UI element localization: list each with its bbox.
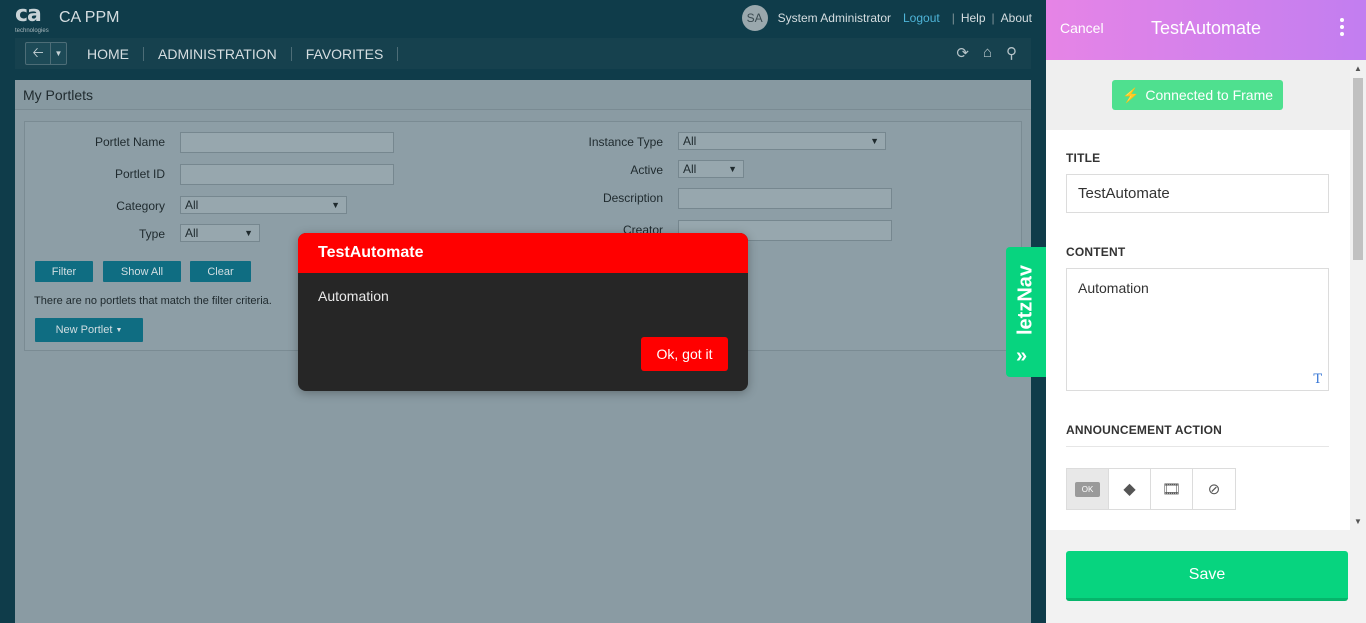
nav-favorites[interactable]: FAVORITES bbox=[292, 46, 399, 61]
help-link[interactable]: Help bbox=[961, 11, 986, 25]
announcement-form: TITLE TestAutomate CONTENT Automation T … bbox=[1046, 130, 1350, 530]
arrow-left-icon: 🡠 bbox=[32, 43, 44, 60]
double-chevron-right-icon: » bbox=[1016, 345, 1028, 367]
page-title: My Portlets bbox=[23, 87, 94, 103]
scroll-down-icon[interactable]: ▼ bbox=[1354, 517, 1362, 526]
action-video-option[interactable]: 🎞 bbox=[1151, 469, 1193, 509]
announcement-action-group: OK ◆ 🎞 ⊘ bbox=[1066, 468, 1236, 510]
app-title: CA PPM bbox=[59, 9, 120, 26]
content-editor[interactable]: Automation T bbox=[1066, 268, 1329, 391]
chevron-down-icon: ▼ bbox=[244, 228, 253, 238]
portlet-id-label: Portlet ID bbox=[114, 167, 165, 181]
chevron-down-icon: ▼ bbox=[728, 164, 737, 174]
instance-type-select[interactable]: All ▼ bbox=[678, 132, 886, 150]
description-label: Description bbox=[602, 191, 663, 205]
chevron-down-icon: ▼ bbox=[115, 326, 123, 334]
action-walkthrough-option[interactable]: ◆ bbox=[1109, 469, 1151, 509]
nav-menu: HOME ADMINISTRATION FAVORITES bbox=[73, 38, 399, 69]
filter-button[interactable]: Filter bbox=[35, 261, 93, 282]
video-icon: 🎞 bbox=[1161, 481, 1182, 498]
save-button[interactable]: Save bbox=[1066, 551, 1348, 601]
text-format-icon[interactable]: T bbox=[1313, 372, 1322, 387]
editor-panel: Cancel TestAutomate ⚡ Connected to Frame… bbox=[1046, 0, 1366, 623]
user-area: SA System Administrator Logout | Help | … bbox=[741, 5, 1032, 31]
action-link-option[interactable]: ⊘ bbox=[1193, 469, 1235, 509]
scrollbar-thumb[interactable] bbox=[1353, 78, 1363, 260]
portlet-id-input[interactable] bbox=[180, 164, 394, 185]
search-icon[interactable]: ⚲ bbox=[1006, 44, 1017, 62]
panel-header: Cancel TestAutomate bbox=[1046, 0, 1366, 60]
scroll-up-icon[interactable]: ▲ bbox=[1354, 64, 1362, 73]
type-select-value: All bbox=[185, 226, 199, 240]
ca-logo[interactable]: ca bbox=[15, 4, 42, 26]
link-icon: ⊘ bbox=[1207, 481, 1221, 498]
letznav-label: letzNav bbox=[1014, 264, 1037, 336]
popup-body: Automation bbox=[318, 288, 389, 304]
description-input[interactable] bbox=[678, 188, 892, 209]
ok-icon: OK bbox=[1075, 481, 1100, 497]
panel-scrollbar[interactable]: ▲ ▼ bbox=[1350, 60, 1366, 530]
new-portlet-label: New Portlet bbox=[55, 324, 113, 336]
divider bbox=[1066, 446, 1329, 447]
show-all-button[interactable]: Show All bbox=[103, 261, 181, 282]
walkthrough-icon: ◆ bbox=[1123, 481, 1136, 498]
chevron-down-icon: ▼ bbox=[870, 136, 879, 146]
nav-icons: ⟳ ⌂ ⚲ bbox=[956, 44, 1017, 62]
plug-icon: ⚡ bbox=[1121, 86, 1140, 103]
active-select[interactable]: All ▼ bbox=[678, 160, 744, 178]
ok-got-it-button[interactable]: Ok, got it bbox=[641, 337, 728, 371]
more-options-icon[interactable] bbox=[1340, 18, 1346, 36]
category-label: Category bbox=[116, 199, 165, 213]
connected-to-frame-button[interactable]: ⚡ Connected to Frame bbox=[1112, 80, 1283, 110]
announcement-action-label: ANNOUNCEMENT ACTION bbox=[1066, 423, 1223, 437]
connected-label: Connected to Frame bbox=[1145, 87, 1274, 103]
portlet-name-label: Portlet Name bbox=[94, 135, 165, 149]
category-select-value: All bbox=[185, 198, 199, 212]
content-label: CONTENT bbox=[1066, 245, 1126, 259]
active-label: Active bbox=[630, 163, 663, 177]
letznav-tab[interactable]: letzNav » bbox=[1006, 247, 1046, 377]
connection-area: ⚡ Connected to Frame bbox=[1046, 60, 1350, 130]
title-label: TITLE bbox=[1066, 151, 1101, 165]
action-ok-option[interactable]: OK bbox=[1067, 469, 1109, 509]
about-link[interactable]: About bbox=[1001, 11, 1032, 25]
category-select[interactable]: All ▼ bbox=[180, 196, 347, 214]
announcement-popup: TestAutomate Automation Ok, got it bbox=[298, 233, 748, 391]
popup-title: TestAutomate bbox=[298, 233, 748, 273]
main-nav-bar: 🡠 ▼ HOME ADMINISTRATION FAVORITES ⟳ ⌂ ⚲ bbox=[15, 38, 1031, 69]
chevron-down-icon[interactable]: ▼ bbox=[50, 43, 66, 64]
nav-administration[interactable]: ADMINISTRATION bbox=[144, 46, 292, 61]
active-select-value: All bbox=[683, 162, 697, 176]
save-area: Save bbox=[1046, 530, 1366, 623]
type-label: Type bbox=[138, 227, 165, 241]
panel-title: TestAutomate bbox=[1150, 18, 1262, 38]
empty-message: There are no portlets that match the fil… bbox=[34, 295, 272, 307]
type-select[interactable]: All ▼ bbox=[180, 224, 260, 242]
home-icon[interactable]: ⌂ bbox=[983, 44, 992, 62]
divider: | bbox=[951, 11, 955, 25]
back-button[interactable]: 🡠 ▼ bbox=[25, 42, 67, 65]
logout-link[interactable]: Logout bbox=[903, 11, 940, 25]
user-name: System Administrator bbox=[777, 11, 891, 25]
portlet-name-input[interactable] bbox=[180, 132, 394, 153]
chevron-down-icon: ▼ bbox=[331, 200, 340, 210]
divider: | bbox=[991, 11, 995, 25]
app-header: ca technologies CA PPM SA System Adminis… bbox=[0, 0, 1046, 36]
new-portlet-button[interactable]: New Portlet ▼ bbox=[35, 318, 143, 342]
instance-type-select-value: All bbox=[683, 134, 697, 148]
nav-home[interactable]: HOME bbox=[73, 46, 144, 61]
clear-button[interactable]: Clear bbox=[190, 261, 251, 282]
content-text: Automation bbox=[1078, 280, 1149, 296]
avatar[interactable]: SA bbox=[741, 5, 768, 31]
title-input[interactable]: TestAutomate bbox=[1066, 174, 1329, 213]
portlet-header: My Portlets bbox=[15, 80, 1031, 110]
instance-type-label: Instance Type bbox=[588, 135, 664, 149]
refresh-icon[interactable]: ⟳ bbox=[956, 44, 969, 62]
ca-logo-subtitle: technologies bbox=[15, 28, 49, 34]
